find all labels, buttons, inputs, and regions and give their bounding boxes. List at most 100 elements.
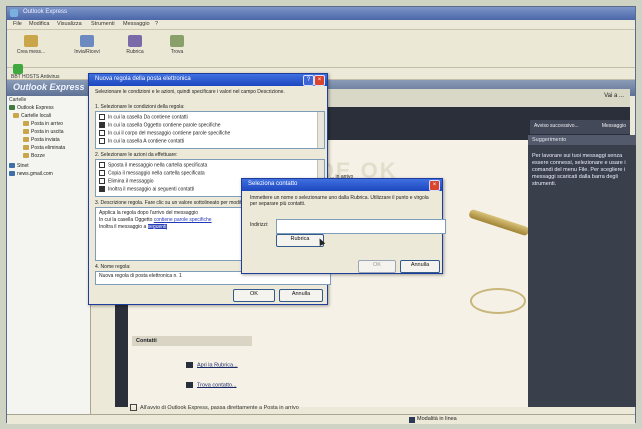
conditions-section-label: 1. Selezionare le condizioni della regol… [95, 104, 185, 110]
find-icon [170, 35, 184, 47]
drafts-icon [23, 153, 29, 159]
folder-outlook-express[interactable]: Outlook Express [9, 105, 54, 111]
tip-tab-strip: Avviso successivo... Messaggio [530, 120, 630, 134]
find-contact-label: Trova contatto... [197, 382, 237, 389]
action-item[interactable]: Inoltra il messaggio ai seguenti contatt… [99, 186, 194, 192]
menu-view[interactable]: Visualizza [57, 21, 82, 27]
rule-cancel-button[interactable]: Annulla [279, 289, 323, 302]
server-icon [9, 163, 15, 169]
tip-panel-text: Per lavorare sui tuoi messaggi senza ess… [532, 153, 626, 187]
folder-sent[interactable]: Posta inviata [23, 137, 60, 143]
find-button[interactable]: Trova [159, 33, 195, 65]
folder-newsgroup[interactable]: news.gmail.com [9, 171, 53, 177]
close-button[interactable]: × [314, 75, 325, 86]
outlook-folder-icon [9, 105, 15, 111]
outlook-icon [10, 9, 18, 17]
folder-label: Posta in uscita [31, 129, 64, 135]
menu-tools[interactable]: Strumenti [91, 21, 115, 27]
conditions-scrollbar[interactable] [317, 112, 324, 148]
condition-label: In cui il corpo del messaggio contiene p… [108, 130, 231, 137]
address-field-label: Indirizzi: [250, 222, 269, 228]
folder-stnet[interactable]: Stnet [9, 163, 29, 169]
close-button[interactable]: × [429, 180, 440, 191]
address-book-icon [128, 35, 142, 47]
folder-pane-header: Cartelle [9, 97, 27, 103]
inbox-icon [23, 121, 29, 127]
condition-item[interactable]: In cui la casella A contiene contatti [99, 138, 184, 144]
action-checkbox[interactable] [99, 186, 105, 192]
rule-ok-button[interactable]: OK [233, 289, 275, 302]
address-book-button[interactable]: Rubrica [117, 33, 153, 65]
menu-edit[interactable]: Modifica [29, 21, 49, 27]
menu-file[interactable]: File [13, 21, 22, 27]
antivirus-icon [13, 64, 23, 74]
subject-words-link[interactable]: contiene parole specifiche [154, 217, 212, 223]
action-item[interactable]: Sposta il messaggio nella cartella speci… [99, 162, 207, 168]
send-receive-button[interactable]: Invia/Ricevi [69, 33, 105, 65]
condition-item[interactable]: In cui il corpo del messaggio contiene p… [99, 130, 230, 136]
action-label: Inoltra il messaggio ai seguenti contatt… [108, 186, 195, 193]
action-item[interactable]: Copia il messaggio nella cartella specif… [99, 170, 205, 176]
forward-contacts-link[interactable]: seguenti [147, 224, 167, 230]
description-line-3: Inoltra il messaggio a seguenti [99, 224, 167, 230]
tip-tab-left[interactable]: Avviso successivo... [534, 123, 579, 129]
menu-help[interactable]: ? [155, 21, 158, 27]
condition-checkbox[interactable] [99, 114, 105, 120]
open-address-book-label: Apri la Rubrica... [197, 362, 238, 369]
folder-label: Bozze [31, 153, 45, 159]
folder-local[interactable]: Cartelle locali [13, 113, 51, 119]
start-in-inbox-option[interactable]: All'avvio di Outlook Express, passa dire… [130, 404, 299, 411]
action-item[interactable]: Elimina il messaggio [99, 178, 154, 184]
contact-cancel-button[interactable]: Annulla [400, 260, 440, 273]
action-checkbox[interactable] [99, 170, 105, 176]
action-label: Copia il messaggio nella cartella specif… [108, 170, 205, 177]
address-input[interactable] [276, 219, 446, 234]
new-mail-icon [24, 35, 38, 47]
go-to-link[interactable]: Vai a ... [604, 93, 624, 99]
action-checkbox[interactable] [99, 162, 105, 168]
condition-label: In cui la casella Da contiene contatti [108, 114, 188, 121]
condition-checkbox[interactable] [99, 138, 105, 144]
help-button[interactable]: ? [303, 75, 314, 86]
actions-section-label: 2. Selezionare le azioni da effettuare: [95, 152, 178, 158]
new-mail-button[interactable]: Crea mess... [13, 33, 49, 65]
tip-panel: Suggerimento Per lavorare sui tuoi messa… [528, 135, 636, 407]
folder-pane: Cartelle Outlook Express Cartelle locali… [7, 96, 91, 414]
find-label: Trova [170, 49, 184, 55]
action-label: Elimina il messaggio [108, 178, 154, 185]
description-text: Inoltra il messaggio a [99, 224, 148, 230]
condition-checkbox[interactable] [99, 130, 105, 136]
tip-tab-right[interactable]: Messaggio [602, 123, 626, 129]
window-title: Outlook Express [23, 9, 68, 15]
send-receive-icon [80, 35, 94, 47]
contacts-header: Contatti [132, 336, 252, 346]
find-contact-icon [186, 382, 193, 388]
rule-intro-text: Selezionare le condizioni e le azioni, q… [95, 89, 285, 95]
tip-panel-header: Suggerimento [528, 135, 636, 145]
find-contact-link[interactable]: Trova contatto... [186, 382, 237, 388]
glasses-illustration [470, 288, 526, 314]
condition-checkbox[interactable] [99, 122, 105, 128]
folder-label: Stnet [17, 163, 29, 169]
condition-item[interactable]: In cui la casella Oggetto contiene parol… [99, 122, 221, 128]
open-address-book-link[interactable]: Apri la Rubrica... [186, 362, 238, 368]
folder-outbox[interactable]: Posta in uscita [23, 129, 64, 135]
new-mail-label: Crea mess... [16, 49, 46, 55]
online-status-icon [409, 417, 415, 423]
news-icon [9, 171, 15, 177]
action-checkbox[interactable] [99, 178, 105, 184]
trash-icon [23, 145, 29, 151]
folder-inbox[interactable]: Posta in arrivo [23, 121, 63, 127]
contact-ok-button[interactable]: OK [358, 260, 396, 273]
folder-label: Outlook Express [17, 105, 54, 111]
description-text: In cui la casella Oggetto [99, 217, 154, 223]
select-contact-titlebar: Seleziona contatto × [242, 179, 442, 191]
menu-message[interactable]: Messaggio [123, 21, 150, 27]
conditions-list: In cui la casella Da contiene contatti I… [95, 111, 325, 149]
condition-item[interactable]: In cui la casella Da contiene contatti [99, 114, 188, 120]
description-line-1: Applica la regola dopo l'arrivo del mess… [99, 210, 199, 216]
folder-deleted[interactable]: Posta eliminata [23, 145, 65, 151]
start-in-inbox-checkbox[interactable] [130, 404, 137, 411]
folder-drafts[interactable]: Bozze [23, 153, 45, 159]
folder-label: Posta in arrivo [31, 121, 63, 127]
